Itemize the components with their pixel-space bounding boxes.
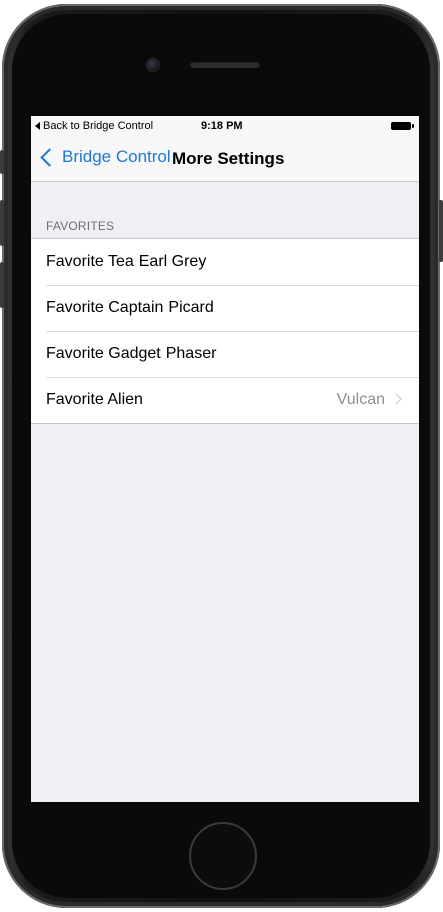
battery-icon xyxy=(391,122,414,130)
row-label: Favorite Alien xyxy=(46,391,143,408)
nav-back-label: Bridge Control xyxy=(62,147,171,166)
nav-back-button[interactable]: Bridge Control xyxy=(39,147,171,167)
table-row-favorite-alien[interactable]: Favorite Alien Vulcan xyxy=(31,377,419,423)
favorites-table: Favorite Tea Earl Grey Favorite Captain … xyxy=(31,238,419,424)
back-triangle-icon xyxy=(35,122,40,130)
status-bar: Back to Bridge Control 9:18 PM xyxy=(31,116,419,136)
row-detail: Vulcan xyxy=(336,391,385,408)
table-row-favorite-tea: Favorite Tea Earl Grey xyxy=(31,239,419,285)
status-time: 9:18 PM xyxy=(201,120,243,132)
volume-down-button xyxy=(0,262,4,308)
volume-up-button xyxy=(0,200,4,246)
home-button[interactable] xyxy=(189,822,257,890)
chevron-right-icon xyxy=(390,393,402,405)
table-row-favorite-captain: Favorite Captain Picard xyxy=(31,285,419,331)
table-row-favorite-gadget: Favorite Gadget Phaser xyxy=(31,331,419,377)
screen: Back to Bridge Control 9:18 PM Bridge Co… xyxy=(31,116,419,802)
power-button xyxy=(439,200,443,262)
row-label: Favorite Gadget xyxy=(46,345,161,362)
status-back-link[interactable]: Back to Bridge Control xyxy=(35,120,153,132)
front-camera xyxy=(147,59,159,71)
row-value: Phaser xyxy=(165,345,217,362)
status-back-label: Back to Bridge Control xyxy=(43,120,154,132)
page-title: More Settings xyxy=(172,149,285,168)
section-header-favorites: FAVORITES xyxy=(46,219,115,233)
row-value: Picard xyxy=(168,299,214,316)
mute-switch xyxy=(0,150,4,174)
row-label: Favorite Captain xyxy=(46,299,164,316)
navigation-bar: Bridge Control More Settings xyxy=(31,136,419,182)
earpiece-speaker xyxy=(190,61,260,68)
chevron-left-icon xyxy=(40,147,59,167)
row-label: Favorite Tea xyxy=(46,253,134,270)
row-value: Earl Grey xyxy=(138,253,207,270)
